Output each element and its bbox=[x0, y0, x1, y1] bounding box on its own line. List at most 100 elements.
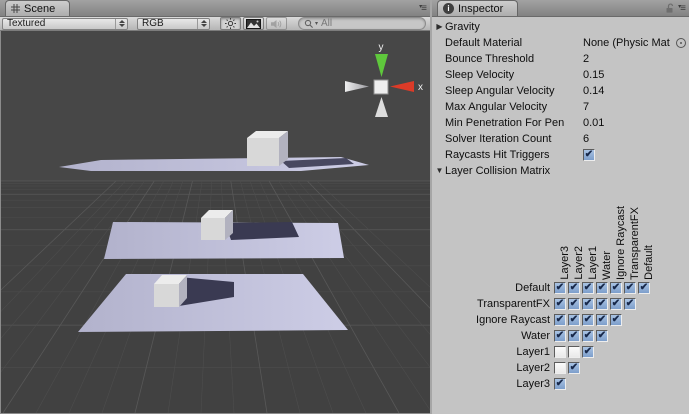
matrix-rows: Default✔✔✔✔✔✔✔TransparentFX✔✔✔✔✔✔Ignore … bbox=[432, 280, 689, 392]
property-row[interactable]: ▶Gravity bbox=[432, 19, 689, 35]
tab-inspector[interactable]: i Inspector bbox=[437, 0, 518, 16]
search-filter-caret-icon[interactable]: ▾ bbox=[315, 20, 318, 27]
property-checkbox[interactable]: ✔ bbox=[583, 149, 595, 161]
matrix-checkbox[interactable]: ✔ bbox=[624, 282, 636, 294]
matrix-row: Layer1✔ bbox=[432, 344, 689, 360]
matrix-column-label: Layer3 bbox=[559, 246, 571, 280]
scene-viewport[interactable]: y x bbox=[0, 31, 430, 414]
inspector-properties: ▶GravityDefault MaterialNone (Physic Mat… bbox=[432, 19, 689, 163]
matrix-checkbox[interactable]: ✔ bbox=[638, 282, 650, 294]
matrix-row-label: Layer2 bbox=[432, 362, 554, 374]
scene-panel-menu-icon[interactable]: ▾≡ bbox=[419, 2, 426, 14]
property-row[interactable]: Sleep Angular Velocity0.14 bbox=[432, 83, 689, 99]
property-value[interactable]: 7 bbox=[583, 101, 689, 113]
matrix-checkbox[interactable]: ✔ bbox=[624, 298, 636, 310]
unity-editor: Scene ▾≡ Textured RGB bbox=[0, 0, 689, 414]
inspector-panel-menu-icon[interactable]: ▾≡ bbox=[678, 2, 685, 14]
matrix-checkbox[interactable] bbox=[554, 346, 566, 358]
cube-top-platform[interactable] bbox=[247, 131, 288, 166]
matrix-column-label: Ignore Raycast bbox=[615, 206, 627, 280]
matrix-checkbox[interactable]: ✔ bbox=[554, 298, 566, 310]
matrix-checkbox[interactable]: ✔ bbox=[582, 314, 594, 326]
property-value[interactable]: None (Physic Mat bbox=[583, 37, 676, 49]
matrix-checkbox[interactable]: ✔ bbox=[582, 346, 594, 358]
property-row[interactable]: Sleep Velocity0.15 bbox=[432, 67, 689, 83]
matrix-checkbox[interactable]: ✔ bbox=[610, 298, 622, 310]
matrix-checkbox[interactable]: ✔ bbox=[582, 330, 594, 342]
matrix-checkbox[interactable]: ✔ bbox=[582, 298, 594, 310]
matrix-checkbox[interactable]: ✔ bbox=[568, 282, 580, 294]
shading-mode-dropdown[interactable]: Textured bbox=[2, 18, 128, 30]
render-channel-dropdown[interactable]: RGB bbox=[137, 18, 210, 30]
property-label: Default Material bbox=[445, 37, 583, 49]
property-label: Max Angular Velocity bbox=[445, 101, 583, 113]
matrix-checkbox[interactable]: ✔ bbox=[568, 314, 580, 326]
property-row[interactable]: Max Angular Velocity7 bbox=[432, 99, 689, 115]
property-label: Sleep Angular Velocity bbox=[445, 85, 583, 97]
property-label: Solver Iteration Count bbox=[445, 133, 583, 145]
layer-collision-matrix-header[interactable]: ▼ Layer Collision Matrix bbox=[432, 163, 689, 179]
property-row[interactable]: Min Penetration For Pen0.01 bbox=[432, 115, 689, 131]
dropdown-arrows-icon bbox=[116, 20, 127, 27]
matrix-checkbox[interactable]: ✔ bbox=[610, 282, 622, 294]
scene-grid-icon bbox=[11, 4, 20, 13]
search-input-value: All bbox=[321, 18, 332, 29]
matrix-checkbox[interactable]: ✔ bbox=[554, 330, 566, 342]
cube-bottom-platform[interactable] bbox=[154, 275, 187, 307]
scene-tab-label: Scene bbox=[24, 3, 55, 15]
object-picker-icon[interactable] bbox=[676, 38, 686, 48]
inspector-tabstrip: i Inspector ▾≡ bbox=[432, 0, 689, 17]
property-value[interactable]: 0.15 bbox=[583, 69, 689, 81]
matrix-row: TransparentFX✔✔✔✔✔✔ bbox=[432, 296, 689, 312]
matrix-row: Layer3✔ bbox=[432, 376, 689, 392]
matrix-title: Layer Collision Matrix bbox=[445, 165, 583, 177]
property-label: Min Penetration For Pen bbox=[445, 117, 583, 129]
matrix-checkbox[interactable]: ✔ bbox=[554, 314, 566, 326]
matrix-column-header: Default bbox=[642, 245, 656, 280]
matrix-checkbox[interactable]: ✔ bbox=[596, 282, 608, 294]
property-row[interactable]: Bounce Threshold2 bbox=[432, 51, 689, 67]
matrix-checkbox[interactable] bbox=[568, 346, 580, 358]
inspector-tab-label: Inspector bbox=[458, 3, 503, 15]
lock-icon[interactable] bbox=[665, 3, 675, 14]
property-row[interactable]: Raycasts Hit Triggers✔ bbox=[432, 147, 689, 163]
matrix-checkbox[interactable]: ✔ bbox=[582, 282, 594, 294]
matrix-row-cells: ✔✔✔✔✔ bbox=[554, 314, 622, 326]
foldout-open-icon[interactable]: ▼ bbox=[434, 163, 445, 179]
property-value[interactable]: 2 bbox=[583, 53, 689, 65]
matrix-column-label: Default bbox=[643, 245, 655, 280]
speaker-icon bbox=[270, 19, 283, 29]
matrix-checkbox[interactable]: ✔ bbox=[596, 314, 608, 326]
matrix-checkbox[interactable]: ✔ bbox=[568, 298, 580, 310]
scene-search-field[interactable]: ▾ All bbox=[298, 17, 426, 30]
property-value[interactable]: 0.01 bbox=[583, 117, 689, 129]
matrix-checkbox[interactable]: ✔ bbox=[568, 362, 580, 374]
property-row[interactable]: Solver Iteration Count6 bbox=[432, 131, 689, 147]
matrix-checkbox[interactable]: ✔ bbox=[596, 330, 608, 342]
matrix-checkbox[interactable]: ✔ bbox=[568, 330, 580, 342]
property-label: Sleep Velocity bbox=[445, 69, 583, 81]
foldout-collapsed-icon[interactable]: ▶ bbox=[434, 19, 445, 35]
matrix-column-label: TransparentFX bbox=[629, 207, 641, 280]
tab-scene[interactable]: Scene bbox=[5, 0, 70, 16]
matrix-row-cells: ✔✔✔✔✔✔ bbox=[554, 298, 636, 310]
matrix-row-label: TransparentFX bbox=[432, 298, 554, 310]
property-value[interactable]: 6 bbox=[583, 133, 689, 145]
matrix-checkbox[interactable] bbox=[554, 362, 566, 374]
matrix-checkbox[interactable]: ✔ bbox=[596, 298, 608, 310]
matrix-checkbox[interactable]: ✔ bbox=[554, 282, 566, 294]
matrix-checkbox[interactable]: ✔ bbox=[554, 378, 566, 390]
matrix-checkbox[interactable]: ✔ bbox=[610, 314, 622, 326]
property-label: Bounce Threshold bbox=[445, 53, 583, 65]
gizmo-center-cube[interactable] bbox=[374, 80, 388, 94]
scene-audio-toggle[interactable] bbox=[266, 17, 287, 30]
matrix-row-label: Ignore Raycast bbox=[432, 314, 554, 326]
cube-middle-platform[interactable] bbox=[201, 210, 233, 240]
property-value[interactable]: 0.14 bbox=[583, 85, 689, 97]
property-row[interactable]: Default MaterialNone (Physic Mat bbox=[432, 35, 689, 51]
matrix-row-cells: ✔✔✔✔ bbox=[554, 330, 608, 342]
scene-lighting-toggle[interactable] bbox=[220, 17, 241, 30]
axis-y-label: y bbox=[379, 42, 384, 53]
scene-effects-toggle[interactable] bbox=[243, 17, 264, 30]
matrix-column-label: Layer2 bbox=[573, 246, 585, 280]
